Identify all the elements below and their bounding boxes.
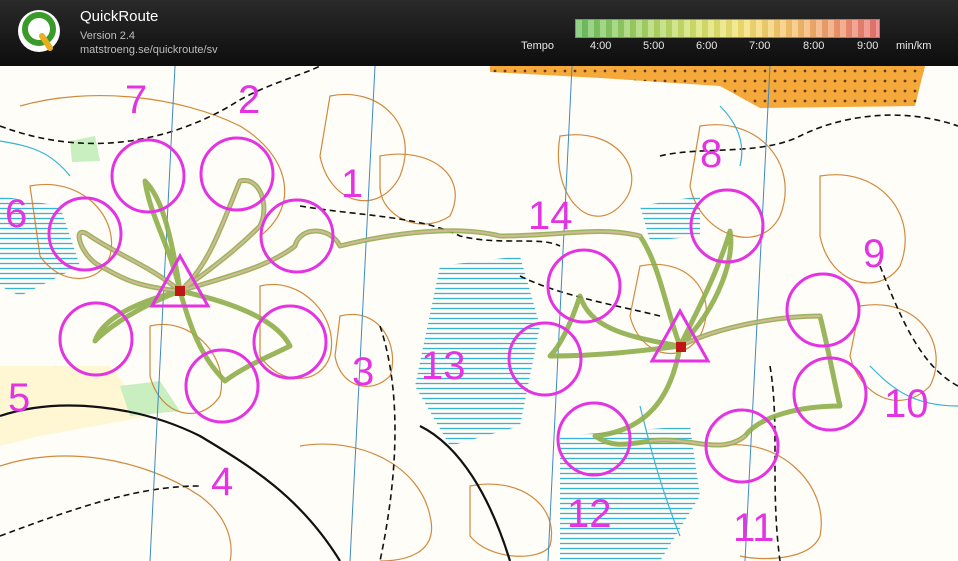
control-number-8: 8 (700, 132, 723, 176)
tempo-tick: 9:00 (857, 40, 879, 52)
control-number-14: 14 (528, 194, 573, 238)
control-number-13: 13 (421, 344, 466, 388)
tempo-label: Tempo (521, 40, 555, 52)
control-circle-8[interactable] (689, 188, 765, 264)
orienteering-map[interactable]: 1 2 3 4 5 6 7 8 9 10 11 12 13 14 (0, 66, 958, 561)
quickroute-logo-icon (18, 10, 60, 52)
control-number-2: 2 (238, 78, 261, 122)
control-number-3: 3 (352, 350, 375, 394)
control-circle-14[interactable] (546, 248, 622, 324)
map-canvas (0, 66, 958, 561)
header-bar: QuickRoute Version 2.4 matstroeng.se/qui… (0, 0, 958, 66)
tempo-unit: min/km (896, 40, 932, 52)
tempo-tick: 5:00 (643, 40, 665, 52)
control-number-7: 7 (125, 78, 148, 122)
app-title: QuickRoute (80, 8, 159, 25)
control-number-12: 12 (567, 492, 612, 536)
app-url[interactable]: matstroeng.se/quickroute/sv (80, 44, 218, 56)
rough-open-area (490, 66, 925, 108)
control-number-1: 1 (341, 162, 364, 206)
control-number-4: 4 (211, 460, 234, 504)
tempo-tick: 6:00 (696, 40, 718, 52)
control-circle-2[interactable] (199, 136, 275, 212)
tempo-tick: 4:00 (590, 40, 612, 52)
tempo-tick: 8:00 (803, 40, 825, 52)
vegetation (70, 136, 100, 162)
app-version: Version 2.4 (80, 30, 136, 42)
control-number-5: 5 (8, 376, 31, 420)
control-number-10: 10 (884, 382, 929, 426)
control-number-11: 11 (733, 506, 775, 550)
tempo-color-scale (575, 19, 880, 38)
control-number-9: 9 (863, 232, 886, 276)
quickroute-window: QuickRoute Version 2.4 matstroeng.se/qui… (0, 0, 958, 561)
control-circle-1[interactable] (259, 198, 335, 274)
tempo-tick: 7:00 (749, 40, 771, 52)
control-number-6: 6 (5, 192, 28, 236)
